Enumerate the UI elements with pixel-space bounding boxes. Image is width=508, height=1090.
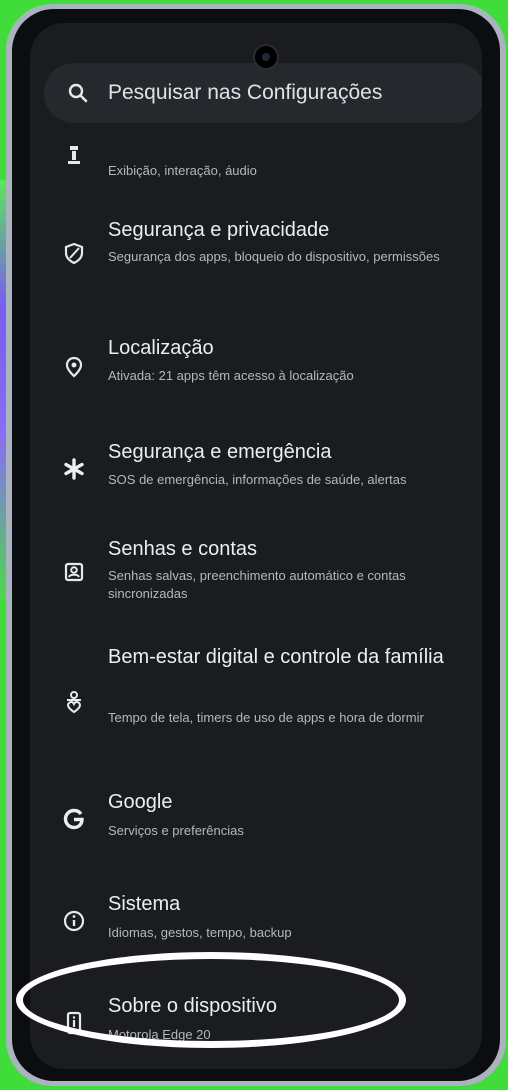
phone-frame: Pesquisar nas Configurações Exibição, in… — [6, 4, 506, 1086]
settings-item-subtitle: Exibição, interação, áudio — [108, 163, 257, 178]
asterisk-icon — [62, 457, 86, 481]
settings-item-subtitle: Senhas salvas, preenchimento automático … — [108, 568, 406, 601]
search-placeholder: Pesquisar nas Configurações — [108, 81, 383, 104]
account-box-icon — [62, 560, 86, 584]
front-camera — [255, 46, 277, 68]
settings-item-title: Google — [108, 791, 173, 813]
phone-bezel: Pesquisar nas Configurações Exibição, in… — [12, 9, 500, 1081]
settings-item-title: Segurança e privacidade — [108, 219, 330, 241]
settings-item-title: Senhas e contas — [108, 538, 257, 560]
info-icon — [62, 909, 86, 933]
settings-screen: Pesquisar nas Configurações Exibição, in… — [30, 23, 482, 1069]
settings-item-subtitle: Tempo de tela, timers de uso de apps e h… — [108, 710, 424, 725]
settings-item-subtitle: Idiomas, gestos, tempo, backup — [108, 925, 292, 940]
settings-item-subtitle: Segurança dos apps, bloqueio do disposit… — [108, 249, 440, 264]
settings-item-system[interactable]: Sistema Idiomas, gestos, tempo, backup — [30, 883, 482, 953]
settings-item-location[interactable]: Localização Ativada: 21 apps têm acesso … — [30, 329, 482, 399]
settings-item-subtitle: SOS de emergência, informações de saúde,… — [108, 472, 407, 487]
wellbeing-icon — [62, 690, 86, 714]
settings-item-subtitle: Serviços e preferências — [108, 823, 244, 838]
google-g-icon — [62, 807, 86, 831]
settings-item-passwords-accounts[interactable]: Senhas e contas Senhas salvas, preenchim… — [30, 530, 482, 620]
settings-item-subtitle: Ativada: 21 apps têm acesso à localizaçã… — [108, 368, 354, 383]
search-bar[interactable]: Pesquisar nas Configurações — [44, 63, 482, 123]
accessibility-icon — [62, 143, 86, 167]
settings-item-security-privacy[interactable]: Segurança e privacidade Segurança dos ap… — [30, 211, 482, 301]
settings-item-google[interactable]: Google Serviços e preferências — [30, 781, 482, 851]
search-icon — [66, 81, 90, 105]
highlight-circle-annotation — [16, 952, 406, 1048]
settings-item-digital-wellbeing[interactable]: Bem-estar digital e controle da família … — [30, 640, 482, 760]
settings-item-safety-emergency[interactable]: Segurança e emergência SOS de emergência… — [30, 433, 482, 503]
settings-item-title: Bem-estar digital e controle da família — [108, 646, 444, 668]
settings-item-title: Sistema — [108, 893, 181, 915]
location-pin-icon — [62, 355, 86, 379]
settings-item-accessibility[interactable]: Exibição, interação, áudio — [30, 133, 482, 193]
settings-item-title: Localização — [108, 337, 214, 359]
settings-item-title: Segurança e emergência — [108, 441, 332, 463]
shield-icon — [62, 241, 86, 265]
